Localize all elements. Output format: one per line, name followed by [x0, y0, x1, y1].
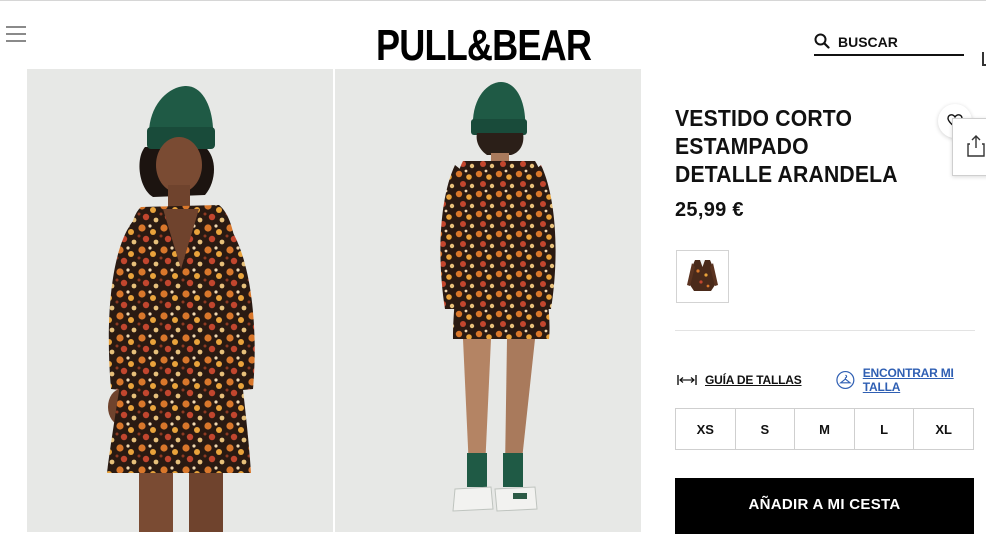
- model-back-illustration: [440, 82, 556, 512]
- search-icon: [814, 33, 830, 49]
- size-guide-link[interactable]: GUÍA DE TALLAS: [677, 371, 802, 389]
- size-option-l[interactable]: L: [853, 409, 914, 449]
- hamburger-menu-icon[interactable]: [6, 24, 26, 44]
- size-option-xl[interactable]: XL: [913, 409, 973, 449]
- cart-icon-edge[interactable]: [982, 52, 986, 66]
- product-image-front[interactable]: [27, 69, 333, 532]
- find-my-size-label: ENCONTRAR MI TALLA: [862, 366, 954, 394]
- search-bar[interactable]: [814, 32, 964, 56]
- size-option-s[interactable]: S: [734, 409, 795, 449]
- product-title: VESTIDO CORTO ESTAMPADO DETALLE ARANDELA: [675, 105, 898, 187]
- share-button[interactable]: [952, 118, 986, 176]
- model-front-illustration: [107, 85, 255, 532]
- product-image-back[interactable]: [335, 69, 641, 532]
- hanger-icon: [836, 370, 855, 390]
- search-input[interactable]: [838, 33, 958, 51]
- share-icon: [967, 135, 985, 157]
- ruler-icon: [677, 375, 697, 385]
- size-option-xs[interactable]: XS: [676, 409, 735, 449]
- add-to-cart-button[interactable]: AÑADIR A MI CESTA: [675, 478, 974, 534]
- size-guide-label: GUÍA DE TALLAS: [705, 373, 802, 387]
- top-border: [0, 0, 986, 1]
- section-divider: [675, 330, 975, 331]
- product-price: 25,99 €: [675, 199, 744, 221]
- size-selector: XS S M L XL: [675, 408, 974, 450]
- color-swatch-thumbnail[interactable]: [676, 250, 729, 303]
- find-my-size-link[interactable]: ENCONTRAR MI TALLA: [836, 366, 986, 394]
- dress-thumbnail-image: [677, 251, 728, 302]
- size-option-m[interactable]: M: [794, 409, 854, 449]
- brand-logo[interactable]: PULL&BEAR: [376, 22, 592, 70]
